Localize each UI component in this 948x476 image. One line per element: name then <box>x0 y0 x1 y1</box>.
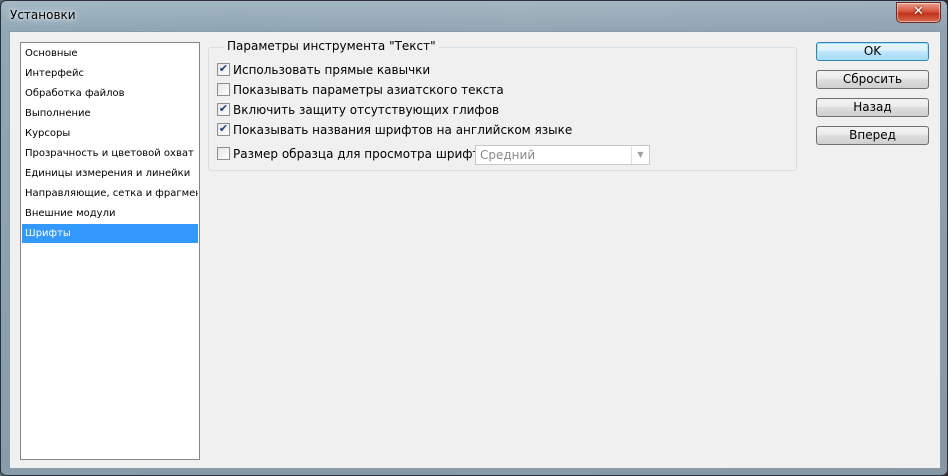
font-preview-size-value: Средний <box>480 148 536 162</box>
group-title: Параметры инструмента "Текст" <box>224 39 439 53</box>
missing-glyph-protection-option[interactable]: ✔ Включить защиту отсутствующих глифов <box>217 102 499 118</box>
checkmark-icon: ✔ <box>218 62 229 75</box>
checkmark-icon: ✔ <box>218 102 229 115</box>
ok-button[interactable]: OK <box>816 42 929 61</box>
preferences-dialog: Установки ✕ Основные Интерфейс Обработка… <box>0 0 948 476</box>
close-icon: ✕ <box>913 4 924 19</box>
forward-button-label: Вперед <box>849 128 896 142</box>
preferences-category-list: Основные Интерфейс Обработка файлов Выпо… <box>20 42 200 460</box>
sidebar-item-plugins[interactable]: Внешние модули <box>22 204 198 223</box>
sidebar-item-transparency-gamut[interactable]: Прозрачность и цветовой охват <box>22 144 198 163</box>
back-button[interactable]: Назад <box>816 98 929 117</box>
window-title: Установки <box>10 8 76 22</box>
close-button[interactable]: ✕ <box>896 2 941 23</box>
show-asian-text-checkbox[interactable] <box>217 83 230 96</box>
reset-button-label: Сбросить <box>842 72 903 86</box>
reset-button[interactable]: Сбросить <box>816 70 929 89</box>
sidebar-item-units-rulers[interactable]: Единицы измерения и линейки <box>22 164 198 183</box>
font-names-english-checkbox[interactable]: ✔ <box>217 122 230 136</box>
sidebar-item-interface[interactable]: Интерфейс <box>22 64 198 83</box>
font-preview-size-select[interactable]: Средний ▼ <box>475 145 650 165</box>
sidebar-item-type[interactable]: Шрифты <box>22 224 198 243</box>
checkmark-icon: ✔ <box>218 122 229 135</box>
show-asian-text-option[interactable]: Показывать параметры азиатского текста <box>217 82 504 98</box>
sidebar-item-performance[interactable]: Выполнение <box>22 104 198 123</box>
sidebar-item-cursors[interactable]: Курсоры <box>22 124 198 143</box>
use-smart-quotes-label: Использовать прямые кавычки <box>233 63 431 77</box>
use-smart-quotes-checkbox[interactable]: ✔ <box>217 62 230 76</box>
ok-button-label: OK <box>863 44 882 58</box>
dialog-body: Основные Интерфейс Обработка файлов Выпо… <box>9 31 941 469</box>
chevron-down-icon: ▼ <box>631 146 649 164</box>
font-names-english-label: Показывать названия шрифтов на английско… <box>233 123 573 137</box>
sidebar-item-general[interactable]: Основные <box>22 44 198 63</box>
back-button-label: Назад <box>853 100 892 114</box>
font-preview-size-label: Размер образца для просмотра шрифта: <box>233 147 491 161</box>
font-preview-size-checkbox[interactable] <box>217 147 230 160</box>
font-names-english-option[interactable]: ✔ Показывать названия шрифтов на английск… <box>217 122 572 138</box>
forward-button[interactable]: Вперед <box>816 126 929 145</box>
sidebar-item-file-handling[interactable]: Обработка файлов <box>22 84 198 103</box>
sidebar-item-guides-grid-slices[interactable]: Направляющие, сетка и фрагменты <box>22 184 198 203</box>
missing-glyph-protection-label: Включить защиту отсутствующих глифов <box>233 103 500 117</box>
use-smart-quotes-option[interactable]: ✔ Использовать прямые кавычки <box>217 62 430 78</box>
show-asian-text-label: Показывать параметры азиатского текста <box>233 83 504 97</box>
font-preview-size-option[interactable]: Размер образца для просмотра шрифта: <box>217 146 491 162</box>
missing-glyph-protection-checkbox[interactable]: ✔ <box>217 102 230 116</box>
title-bar[interactable]: Установки ✕ <box>1 1 947 31</box>
